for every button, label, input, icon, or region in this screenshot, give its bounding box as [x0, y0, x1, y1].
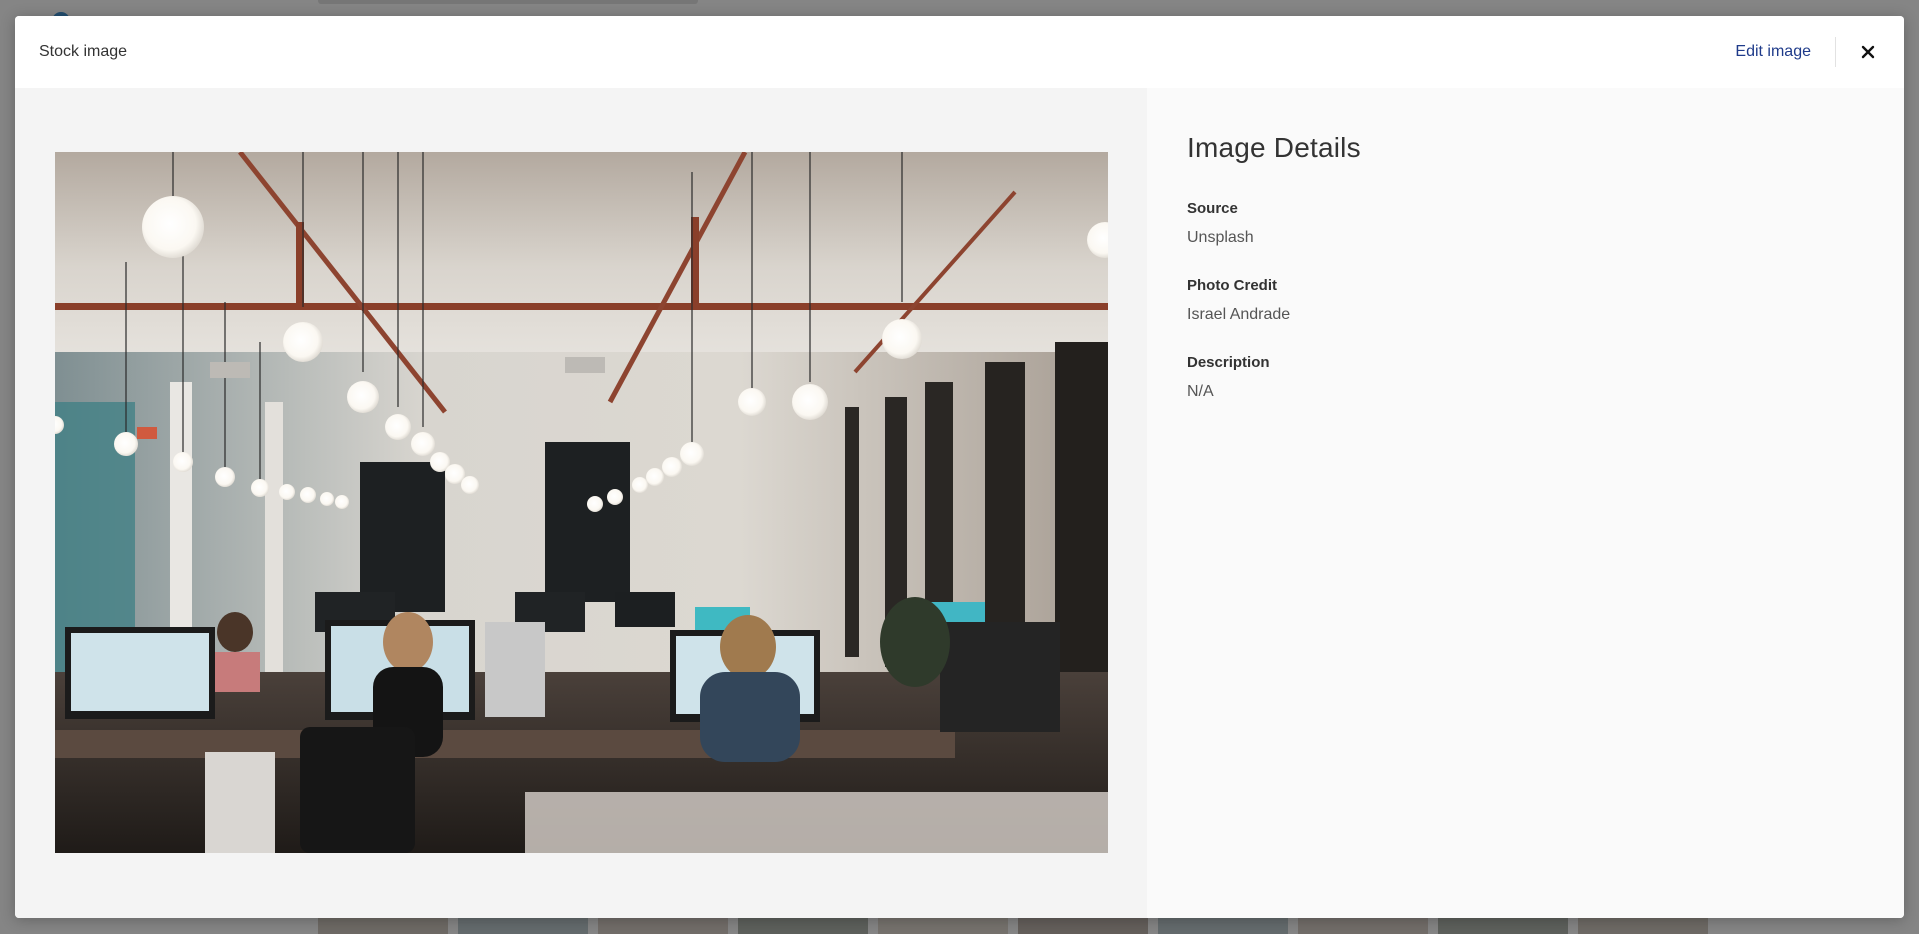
- image-details-panel: Image Details Source Unsplash Photo Cred…: [1147, 88, 1904, 918]
- detail-label: Source: [1187, 200, 1238, 217]
- stock-image-modal: Stock image Edit image Image Details Sou…: [15, 16, 1904, 918]
- detail-description: Description N/A: [1187, 354, 1864, 401]
- modal-body: Image Details Source Unsplash Photo Cred…: [15, 88, 1904, 918]
- modal-header: Stock image Edit image: [15, 16, 1904, 88]
- detail-label: Description: [1187, 354, 1270, 371]
- edit-image-link[interactable]: Edit image: [1735, 39, 1811, 65]
- detail-value: N/A: [1187, 383, 1214, 400]
- stock-photo: [55, 152, 1108, 853]
- detail-source: Source Unsplash: [1187, 200, 1864, 247]
- header-divider: [1835, 37, 1836, 67]
- close-icon: [1861, 45, 1875, 59]
- detail-value: Unsplash: [1187, 229, 1254, 246]
- detail-label: Photo Credit: [1187, 277, 1277, 294]
- image-pane: [15, 88, 1147, 918]
- detail-photo-credit: Photo Credit Israel Andrade: [1187, 277, 1864, 324]
- detail-value: Israel Andrade: [1187, 306, 1291, 323]
- office-photo: [55, 152, 1108, 853]
- image-details-title: Image Details: [1187, 132, 1361, 163]
- close-button[interactable]: [1858, 42, 1878, 62]
- modal-title: Stock image: [39, 43, 128, 60]
